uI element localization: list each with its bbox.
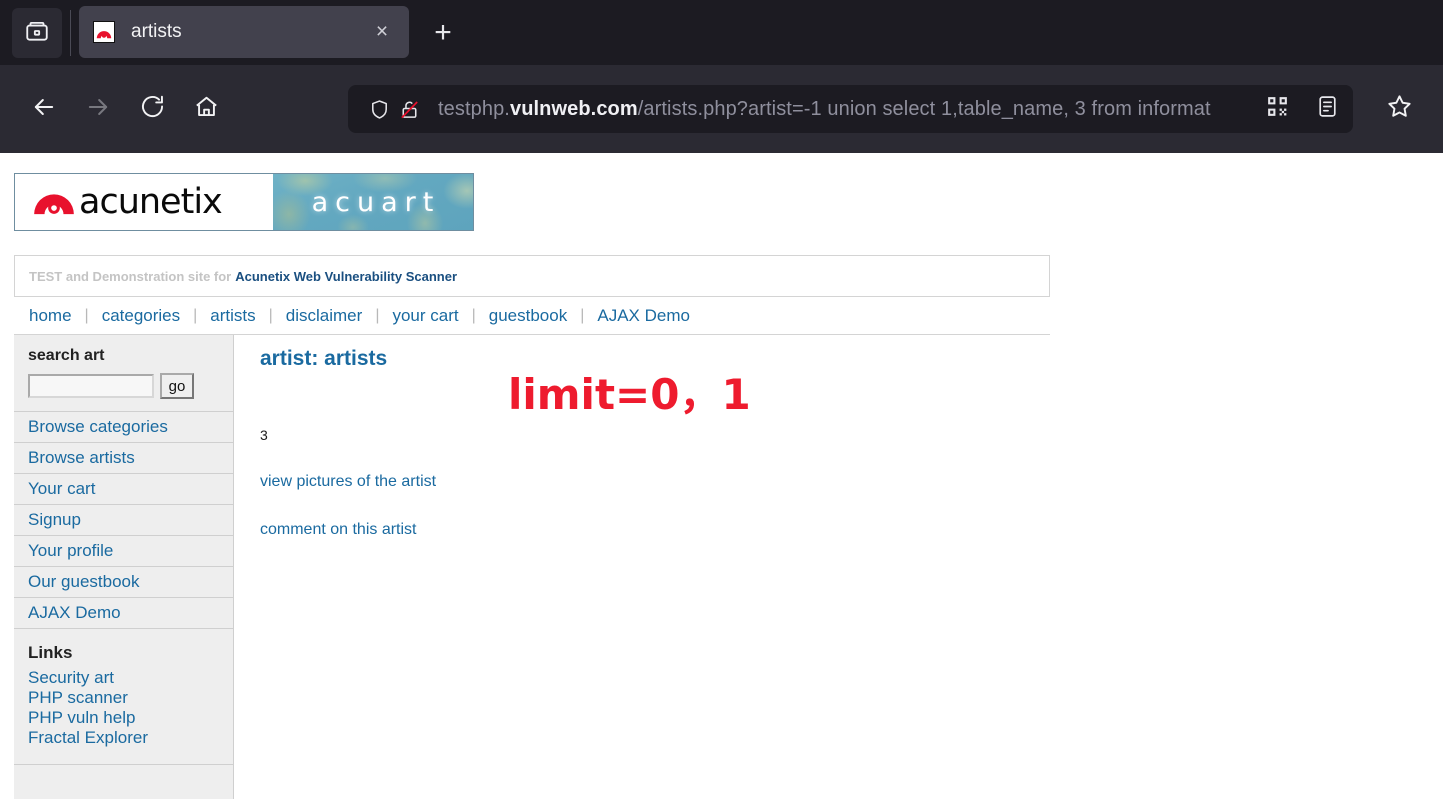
reader-view-button[interactable] — [1307, 89, 1347, 129]
acunetix-logo-icon — [33, 183, 75, 222]
sidebar-item-your-profile[interactable]: Your profile — [14, 536, 233, 567]
sidebar-link-security-art[interactable]: Security art — [28, 668, 233, 688]
logo-brand-section: acunetix — [15, 174, 273, 230]
sidebar: search art go Browse categories Browse a… — [14, 335, 234, 799]
top-navigation: home | categories | artists | disclaimer… — [14, 297, 1050, 335]
url-domain: vulnweb.com — [509, 97, 638, 120]
tab-list-icon — [24, 18, 50, 49]
address-bar-actions — [1241, 85, 1353, 133]
back-button[interactable] — [22, 87, 66, 131]
search-panel: search art go — [14, 335, 233, 412]
search-title: search art — [28, 347, 105, 364]
nav-item-your-cart[interactable]: your cart — [379, 306, 471, 326]
reload-icon — [139, 93, 166, 125]
close-icon[interactable]: × — [369, 19, 395, 45]
tagline-product: Acunetix Web Vulnerability Scanner — [235, 268, 458, 284]
site-tagline: TEST and Demonstration site for Acunetix… — [14, 255, 1050, 297]
sidebar-link-fractal-explorer[interactable]: Fractal Explorer — [28, 728, 233, 748]
sidebar-item-browse-categories[interactable]: Browse categories — [14, 412, 233, 443]
page-content: acunetix acuart TEST and Demonstration s… — [0, 173, 1443, 807]
sidebar-link-php-vuln-help[interactable]: PHP vuln help — [28, 708, 233, 728]
url-text[interactable]: testphp.vulnweb.com/artists.php?artist=-… — [438, 98, 1343, 121]
insecure-connection-icon[interactable] — [394, 94, 424, 124]
sidebar-item-signup[interactable]: Signup — [14, 505, 233, 536]
search-input[interactable] — [28, 374, 154, 398]
sidebar-item-your-cart[interactable]: Your cart — [14, 474, 233, 505]
artist-value: 3 — [260, 427, 268, 443]
nav-item-ajax-demo[interactable]: AJAX Demo — [584, 306, 703, 326]
sidebar-link-php-scanner[interactable]: PHP scanner — [28, 688, 233, 708]
acunetix-favicon — [93, 21, 115, 43]
tab-strip: artists × + — [0, 0, 1443, 65]
logo-product-text: acuart — [311, 186, 441, 218]
forward-arrow-icon — [84, 93, 112, 126]
new-tab-button[interactable]: + — [425, 15, 461, 51]
nav-item-home[interactable]: home — [16, 306, 85, 326]
annotation-limit: limit=0，1 — [508, 370, 751, 419]
tagline-prefix: TEST and Demonstration site for — [29, 268, 232, 284]
nav-item-categories[interactable]: categories — [89, 306, 193, 326]
site-logo[interactable]: acunetix acuart — [14, 173, 474, 231]
tab-list-button[interactable] — [12, 8, 62, 58]
sidebar-item-our-guestbook[interactable]: Our guestbook — [14, 567, 233, 598]
browser-chrome: artists × + testphp.vulnweb.com/artists.… — [0, 0, 1443, 153]
search-row: go — [28, 373, 233, 399]
sidebar-links-panel: Links Security art PHP scanner PHP vuln … — [14, 629, 233, 765]
tab-title: artists — [131, 21, 182, 42]
qr-code-button[interactable] — [1257, 89, 1297, 129]
bookmark-button[interactable] — [1377, 87, 1421, 131]
browser-toolbar: testphp.vulnweb.com/artists.php?artist=-… — [0, 65, 1443, 153]
browser-tab[interactable]: artists × — [79, 6, 409, 58]
home-button[interactable] — [184, 87, 228, 131]
logo-product-section: acuart — [273, 174, 473, 230]
site-wrapper: acunetix acuart TEST and Demonstration s… — [0, 173, 1050, 807]
nav-item-disclaimer[interactable]: disclaimer — [273, 306, 376, 326]
bookmark-star-icon — [1385, 92, 1414, 126]
url-prefix: testphp. — [438, 97, 510, 120]
url-path: /artists.php?artist=-1 union select 1,ta… — [637, 97, 1211, 120]
home-icon — [193, 93, 220, 125]
sidebar-filler — [14, 765, 233, 799]
sidebar-item-browse-artists[interactable]: Browse artists — [14, 443, 233, 474]
sidebar-item-ajax-demo[interactable]: AJAX Demo — [14, 598, 233, 629]
nav-item-artists[interactable]: artists — [197, 306, 268, 326]
back-arrow-icon — [30, 93, 58, 126]
links-title: Links — [28, 643, 73, 662]
nav-item-guestbook[interactable]: guestbook — [476, 306, 580, 326]
address-bar[interactable]: testphp.vulnweb.com/artists.php?artist=-… — [348, 85, 1353, 133]
comment-link[interactable]: comment on this artist — [260, 521, 1050, 539]
tracking-protection-shield-icon[interactable] — [364, 94, 394, 124]
search-go-button[interactable]: go — [160, 373, 194, 399]
reload-button[interactable] — [130, 87, 174, 131]
view-pictures-link[interactable]: view pictures of the artist — [260, 473, 1050, 491]
qr-code-icon — [1265, 94, 1290, 124]
forward-button[interactable] — [76, 87, 120, 131]
reader-view-icon — [1315, 94, 1340, 124]
tabstrip-divider — [70, 10, 71, 56]
logo-brand-text: acunetix — [79, 181, 223, 222]
